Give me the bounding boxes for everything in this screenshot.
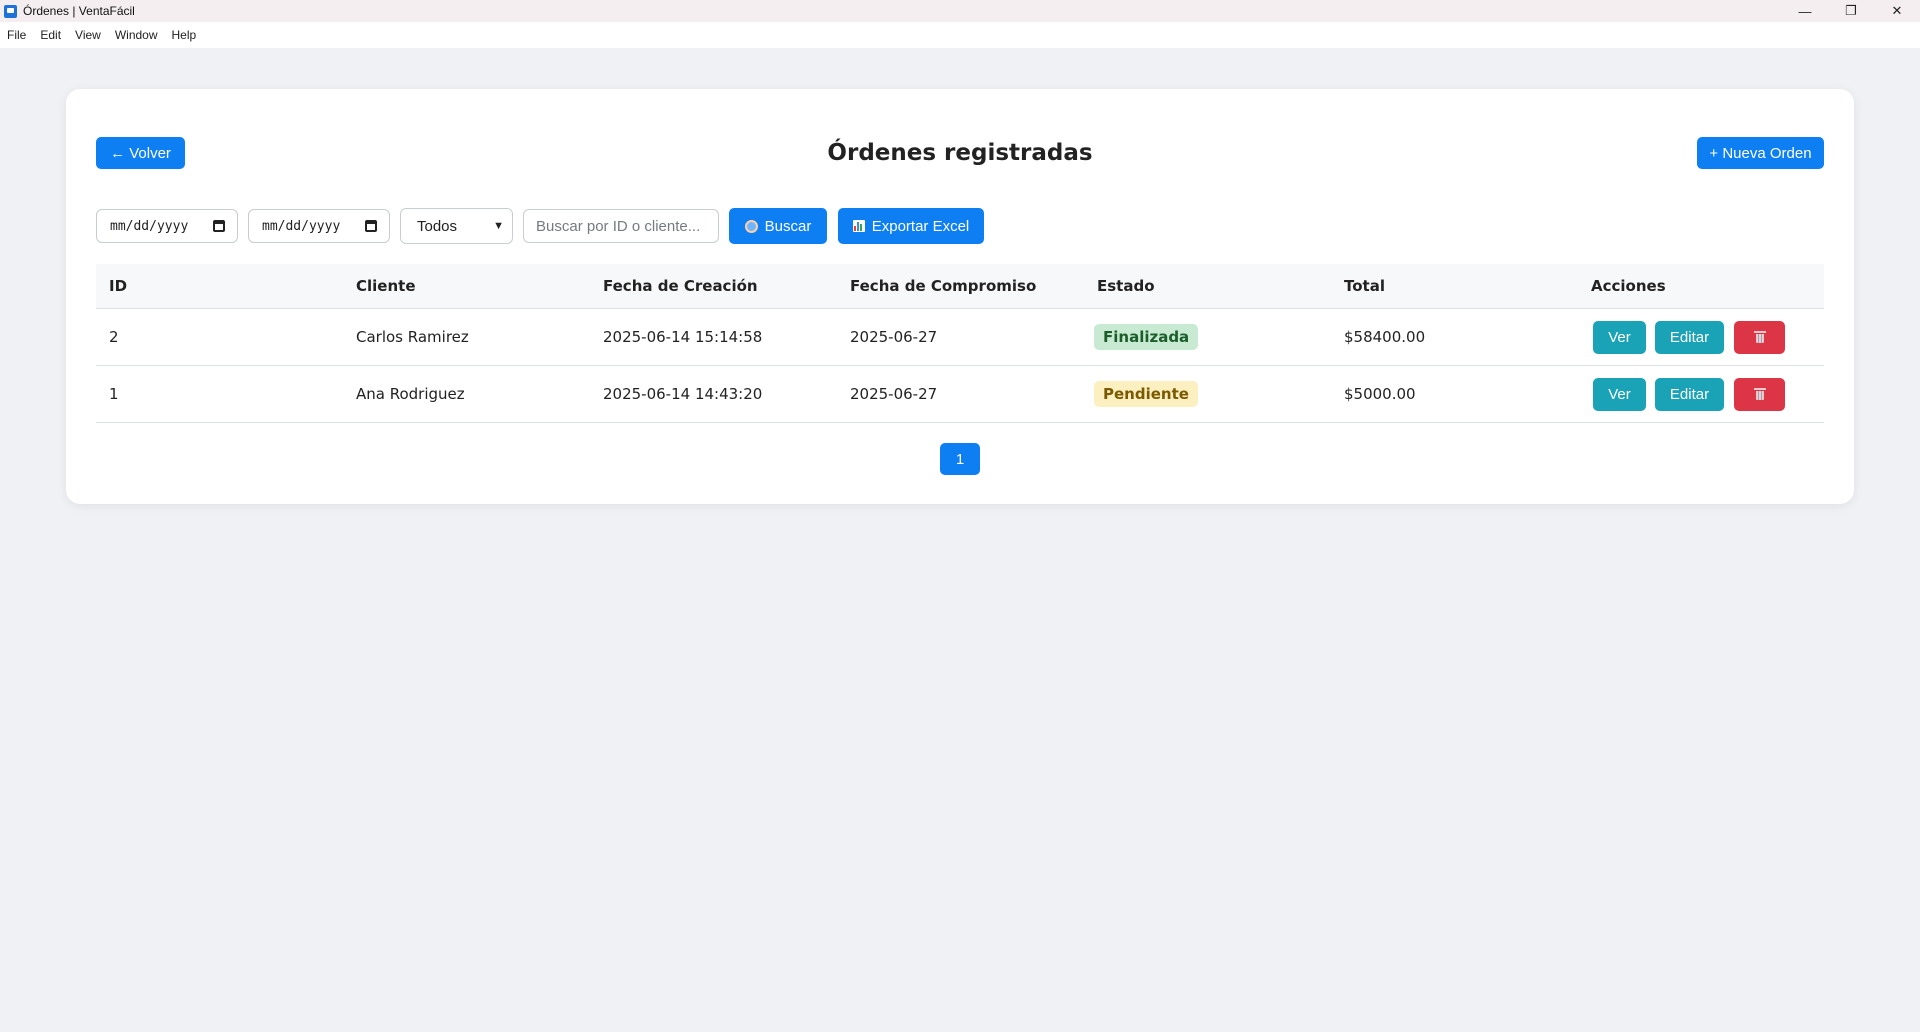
orders-table: ID Cliente Fecha de Creación Fecha de Co… — [96, 264, 1824, 423]
cell-fecha-creacion: 2025-06-14 15:14:58 — [603, 328, 763, 346]
pagination: 1 — [940, 443, 980, 475]
calendar-icon[interactable] — [213, 220, 225, 232]
menu-file[interactable]: File — [0, 28, 33, 42]
bar-chart-icon — [852, 220, 865, 232]
column-header-acciones: Acciones — [1591, 277, 1666, 295]
status-select[interactable]: Todos ▼ — [400, 208, 513, 244]
chevron-down-icon: ▼ — [493, 220, 504, 232]
status-badge: Pendiente — [1094, 381, 1198, 407]
status-select-value: Todos — [417, 217, 458, 235]
column-header-id: ID — [109, 277, 128, 295]
cell-fecha-creacion: 2025-06-14 14:43:20 — [603, 385, 763, 403]
cell-fecha-compromiso: 2025-06-27 — [850, 328, 938, 346]
cell-cliente: Ana Rodriguez — [356, 385, 465, 403]
back-button[interactable]: ← Volver — [96, 137, 185, 169]
filters-bar: mm/dd/yyyy mm/dd/yyyy Todos ▼ Buscar Exp… — [96, 207, 984, 245]
cell-cliente: Carlos Ramirez — [356, 328, 469, 346]
cell-fecha-compromiso: 2025-06-27 — [850, 385, 938, 403]
page-title: Órdenes registradas — [827, 140, 1093, 166]
column-header-fecha-creacion: Fecha de Creación — [603, 277, 758, 295]
cell-acciones: Ver Editar — [1578, 320, 1824, 354]
cell-total: $58400.00 — [1344, 328, 1426, 346]
cell-id: 1 — [109, 385, 119, 403]
delete-button[interactable] — [1734, 320, 1785, 354]
column-header-total: Total — [1344, 277, 1385, 295]
cell-estado: Finalizada — [1084, 324, 1331, 350]
table-header: ID Cliente Fecha de Creación Fecha de Co… — [96, 264, 1824, 309]
minimize-button[interactable]: — — [1782, 0, 1828, 22]
date-from-input[interactable]: mm/dd/yyyy — [96, 209, 238, 243]
cell-id: 2 — [109, 328, 119, 346]
date-to-input[interactable]: mm/dd/yyyy — [248, 209, 390, 243]
title-bar: Órdenes | VentaFácil — ❐ ✕ — [0, 0, 1920, 22]
magnifier-icon — [744, 219, 758, 233]
search-button[interactable]: Buscar — [729, 208, 827, 244]
new-order-button[interactable]: + Nueva Orden — [1697, 137, 1824, 169]
search-input[interactable] — [523, 209, 719, 243]
view-button[interactable]: Ver — [1593, 320, 1646, 354]
menu-bar: File Edit View Window Help — [0, 22, 1920, 48]
export-button-label: Exportar Excel — [871, 217, 970, 235]
edit-button[interactable]: Editar — [1655, 377, 1724, 411]
export-excel-button[interactable]: Exportar Excel — [838, 208, 984, 244]
menu-help[interactable]: Help — [165, 28, 204, 42]
trash-icon — [1753, 331, 1766, 343]
trash-icon — [1753, 388, 1766, 400]
view-button[interactable]: Ver — [1593, 377, 1646, 411]
table-row: 1 Ana Rodriguez 2025-06-14 14:43:20 2025… — [96, 366, 1824, 423]
menu-window[interactable]: Window — [108, 28, 165, 42]
status-badge: Finalizada — [1094, 324, 1199, 350]
cell-acciones: Ver Editar — [1578, 377, 1824, 411]
column-header-estado: Estado — [1097, 277, 1155, 295]
close-button[interactable]: ✕ — [1874, 0, 1920, 22]
menu-view[interactable]: View — [68, 28, 108, 42]
date-to-placeholder: mm/dd/yyyy — [262, 218, 341, 234]
window-title: Órdenes | VentaFácil — [23, 4, 135, 18]
app-icon — [4, 4, 17, 18]
date-from-placeholder: mm/dd/yyyy — [110, 218, 189, 234]
column-header-fecha-compromiso: Fecha de Compromiso — [850, 277, 1037, 295]
search-button-label: Buscar — [764, 217, 812, 235]
cell-estado: Pendiente — [1084, 381, 1331, 407]
menu-edit[interactable]: Edit — [33, 28, 68, 42]
page-button-1[interactable]: 1 — [940, 443, 980, 475]
column-header-cliente: Cliente — [356, 277, 416, 295]
window-controls: — ❐ ✕ — [1782, 0, 1920, 22]
orders-card: Órdenes registradas ← Volver + Nueva Ord… — [66, 89, 1854, 504]
maximize-button[interactable]: ❐ — [1828, 0, 1874, 22]
delete-button[interactable] — [1734, 377, 1785, 411]
table-row: 2 Carlos Ramirez 2025-06-14 15:14:58 202… — [96, 309, 1824, 366]
cell-total: $5000.00 — [1344, 385, 1416, 403]
edit-button[interactable]: Editar — [1655, 320, 1724, 354]
calendar-icon[interactable] — [365, 220, 377, 232]
